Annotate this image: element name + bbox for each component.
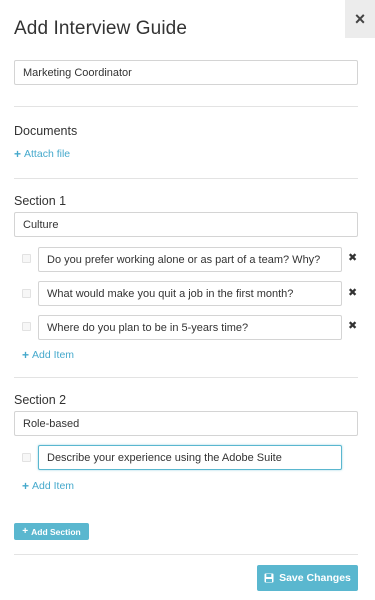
- section-1-heading: Section 1: [14, 194, 67, 208]
- plus-icon: +: [22, 348, 30, 362]
- divider: [14, 554, 358, 555]
- guide-name-value: Marketing Coordinator: [23, 66, 132, 79]
- add-item-link[interactable]: + Add Item: [22, 349, 74, 361]
- plus-icon: +: [22, 479, 30, 493]
- documents-heading: Documents: [14, 124, 78, 138]
- question-item-field[interactable]: What would make you quit a job in the fi…: [38, 281, 342, 306]
- question-item-field[interactable]: Describe your experience using the Adobe…: [38, 445, 342, 470]
- add-item-label: Add Item: [32, 349, 75, 361]
- item-checkbox[interactable]: [22, 289, 31, 298]
- close-button[interactable]: ×: [345, 0, 375, 38]
- remove-icon[interactable]: ✖: [348, 253, 357, 264]
- attach-file-link[interactable]: + Attach file: [14, 148, 70, 160]
- item-checkbox[interactable]: [22, 453, 31, 462]
- save-changes-label: Save Changes: [279, 572, 351, 584]
- section-2-name-value: Role-based: [23, 417, 80, 430]
- question-item-text: What would make you quit a job in the fi…: [47, 287, 294, 300]
- add-item-label: Add Item: [32, 480, 75, 492]
- add-section-label: Add Section: [31, 526, 81, 537]
- plus-icon: +: [22, 525, 29, 537]
- divider: [14, 377, 358, 378]
- item-checkbox[interactable]: [22, 322, 31, 331]
- remove-icon[interactable]: ✖: [348, 321, 357, 332]
- floppy-disk-icon: [264, 573, 274, 583]
- add-item-link[interactable]: + Add Item: [22, 480, 74, 492]
- section-1-name-field[interactable]: Culture: [14, 212, 358, 237]
- question-item-field[interactable]: Where do you plan to be in 5-years time?: [38, 315, 342, 340]
- section-2-heading: Section 2: [14, 393, 67, 407]
- section-2-name-field[interactable]: Role-based: [14, 411, 358, 436]
- modal-title: Add Interview Guide: [14, 18, 187, 39]
- item-checkbox[interactable]: [22, 254, 31, 263]
- question-item-field[interactable]: Do you prefer working alone or as part o…: [38, 247, 342, 272]
- attach-file-label: Attach file: [24, 148, 71, 160]
- close-icon: ×: [354, 8, 366, 29]
- plus-icon: +: [14, 147, 22, 161]
- add-section-button[interactable]: + Add Section: [14, 523, 89, 540]
- guide-name-field[interactable]: Marketing Coordinator: [14, 60, 358, 85]
- question-item-text: Where do you plan to be in 5-years time?: [47, 321, 249, 334]
- section-1-name-value: Culture: [23, 218, 59, 231]
- divider: [14, 178, 358, 179]
- divider: [14, 106, 358, 107]
- save-changes-button[interactable]: Save Changes: [257, 565, 358, 591]
- question-item-text: Do you prefer working alone or as part o…: [47, 253, 321, 266]
- question-item-text: Describe your experience using the Adobe…: [47, 451, 282, 464]
- remove-icon[interactable]: ✖: [348, 288, 357, 299]
